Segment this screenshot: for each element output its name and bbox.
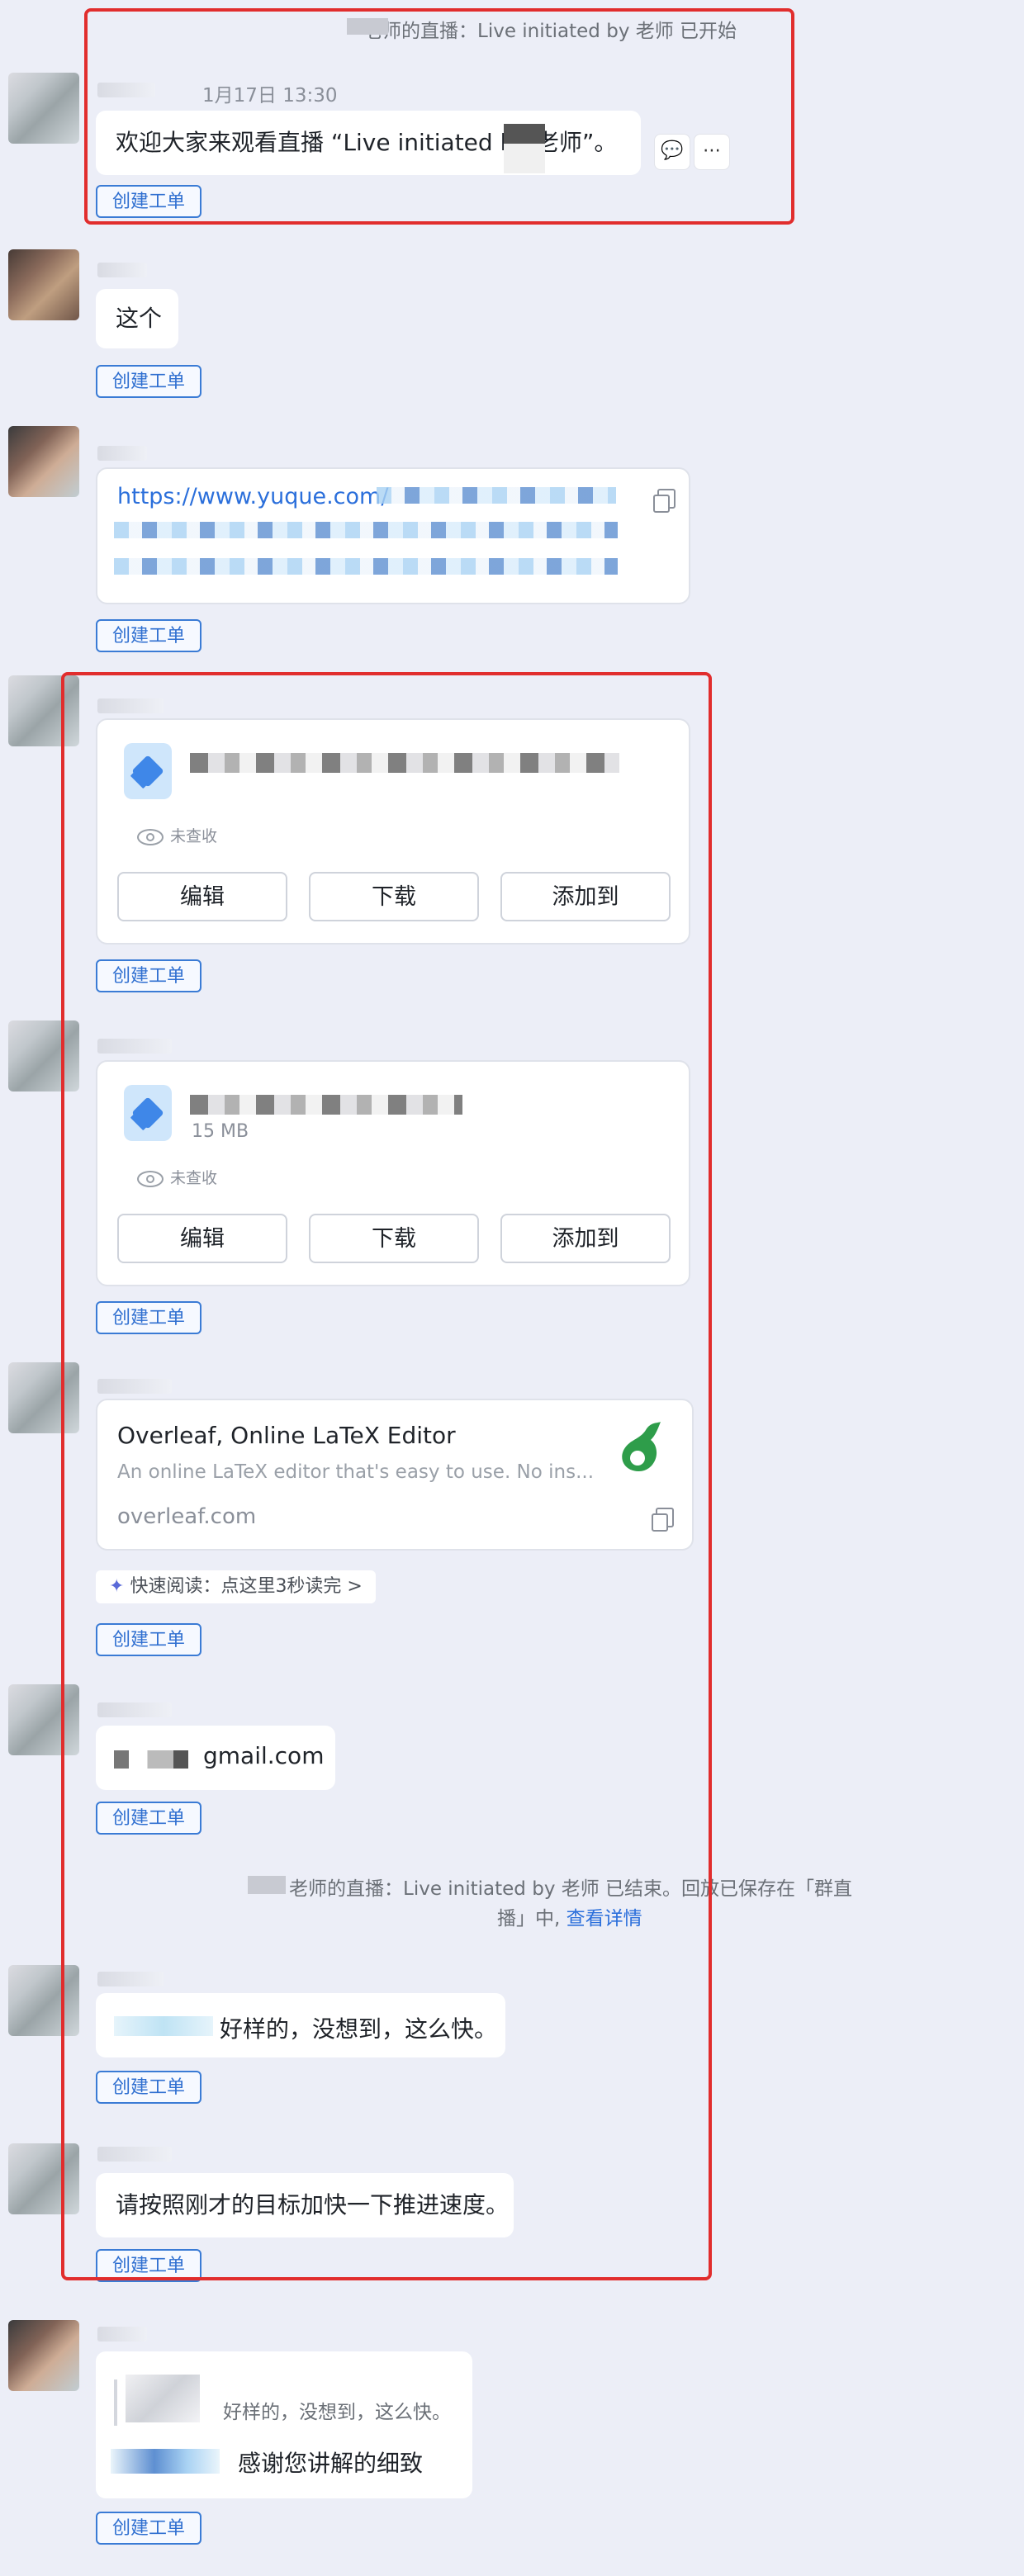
quote-bar — [114, 2379, 117, 2426]
redacted-url — [377, 487, 616, 504]
sender-name — [97, 263, 147, 277]
redacted-url — [114, 522, 618, 538]
yuque-link[interactable]: https://www.yuque.com/ — [117, 484, 388, 509]
redacted-quote-name — [126, 2375, 200, 2422]
create-ticket-button[interactable]: 创建工单 — [96, 619, 201, 652]
avatar[interactable] — [8, 249, 79, 320]
highlight-box — [84, 8, 794, 225]
highlight-box — [61, 672, 712, 2280]
message-bubble[interactable]: 好样的，没想到，这么快。 感谢您讲解的细致 — [96, 2351, 472, 2498]
avatar[interactable] — [8, 73, 79, 144]
sender-name — [97, 2327, 147, 2342]
avatar[interactable] — [8, 426, 79, 497]
sender-name — [97, 446, 147, 461]
redacted-url — [114, 558, 618, 575]
quoted-text: 好样的，没想到，这么快。 — [223, 2402, 451, 2423]
avatar[interactable] — [8, 2320, 79, 2391]
redacted-mention — [111, 2449, 220, 2474]
create-ticket-button[interactable]: 创建工单 — [96, 2512, 201, 2545]
message-text: 感谢您讲解的细致 — [238, 2450, 424, 2477]
create-ticket-button[interactable]: 创建工单 — [96, 365, 201, 398]
copy-icon[interactable] — [653, 489, 676, 513]
message-bubble[interactable]: 这个 — [96, 289, 178, 348]
